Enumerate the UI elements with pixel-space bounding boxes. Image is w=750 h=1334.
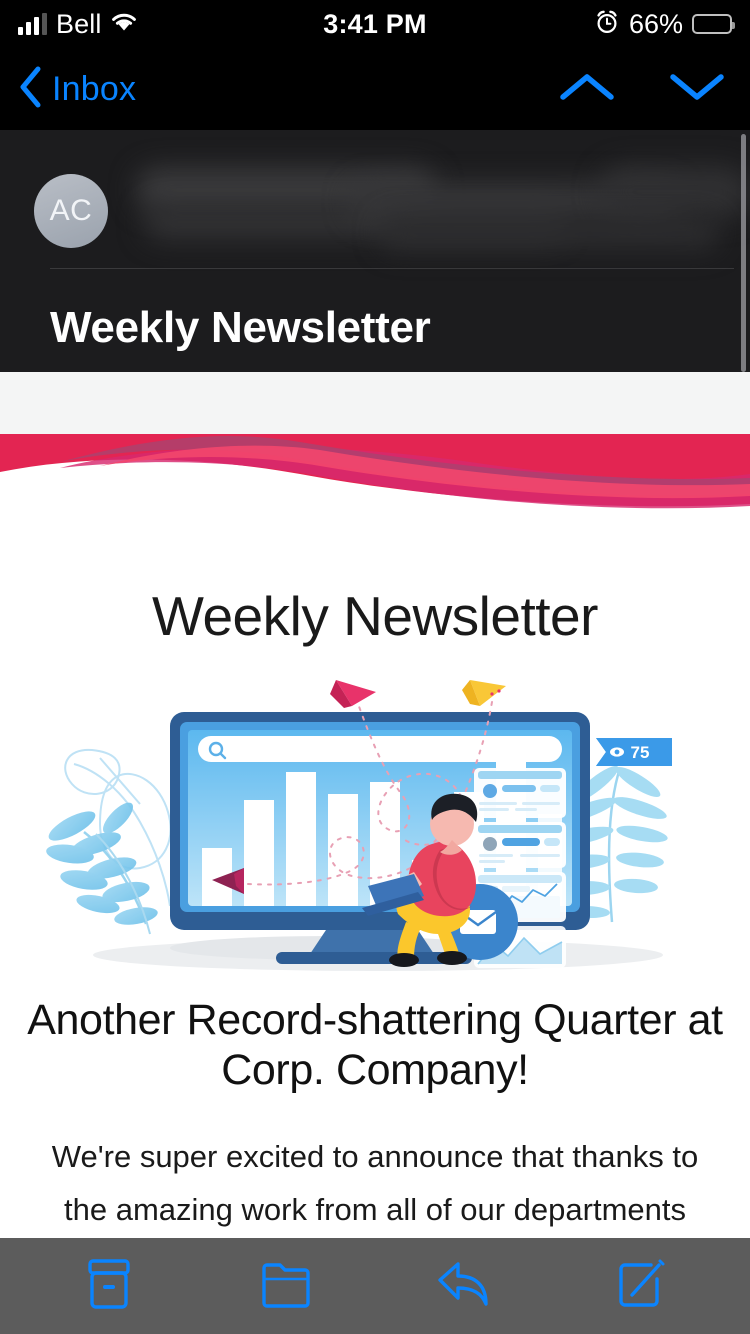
folder-icon (259, 1259, 313, 1314)
chevron-left-icon (16, 64, 44, 115)
email-title: Weekly Newsletter (152, 585, 598, 647)
scrollbar[interactable] (741, 134, 746, 372)
mail-toolbar (0, 1238, 750, 1334)
compose-pencil-icon (615, 1257, 667, 1316)
battery-icon (692, 14, 735, 34)
profile-card (474, 768, 566, 818)
status-bar-left: Bell (0, 9, 248, 40)
compose-button[interactable] (596, 1250, 686, 1322)
cellular-signal-icon (18, 13, 47, 35)
status-bar-center: 3:41 PM (248, 9, 503, 40)
chevron-down-icon[interactable] (668, 69, 726, 110)
views-badge-count: 75 (631, 743, 650, 762)
chevron-up-icon[interactable] (558, 69, 616, 110)
status-bar: Bell 3:41 PM 66% (0, 0, 750, 48)
carrier-label: Bell (56, 8, 102, 39)
email-wave-banner (0, 434, 750, 522)
profile-card (474, 822, 566, 868)
back-to-inbox-button[interactable]: Inbox (16, 64, 136, 115)
clock-label: 3:41 PM (323, 8, 427, 39)
email-top-strip (0, 372, 750, 434)
message-subject: Weekly Newsletter (50, 303, 431, 352)
reply-button[interactable] (419, 1250, 509, 1322)
mail-header: AC Weekly Newsletter (0, 130, 750, 372)
move-button[interactable] (241, 1250, 331, 1322)
avatar: AC (34, 174, 108, 248)
views-badge: 75 (596, 738, 672, 766)
navigation-bar: Inbox (0, 48, 750, 130)
email-body[interactable]: Weekly Newsletter 75 Another Record-shat… (0, 372, 750, 1334)
status-bar-right: 66% (503, 9, 750, 40)
archive-box-icon (83, 1257, 135, 1316)
email-headline: Another Record-shattering Quarter at Cor… (27, 996, 723, 1094)
sender-details-redacted (130, 156, 750, 266)
yellow-paper-plane (462, 680, 506, 706)
message-navigation-actions (558, 69, 726, 110)
back-button-label: Inbox (52, 69, 137, 108)
archive-button[interactable] (64, 1250, 154, 1322)
pink-paper-plane (330, 680, 376, 708)
sender-row[interactable]: AC (0, 130, 750, 268)
mail-message-screen: Bell 3:41 PM 66% Inbox AC Weekly Newslet… (0, 0, 750, 1334)
email-paragraph: We're super excited to announce that tha… (51, 1138, 699, 1228)
analytics-dashboard-illustration: 75 (0, 672, 750, 972)
wifi-icon (110, 11, 138, 37)
alarm-clock-icon (594, 9, 620, 40)
monitor (170, 712, 590, 968)
reply-arrow-icon (436, 1258, 492, 1315)
battery-percent-label: 66% (628, 8, 683, 39)
